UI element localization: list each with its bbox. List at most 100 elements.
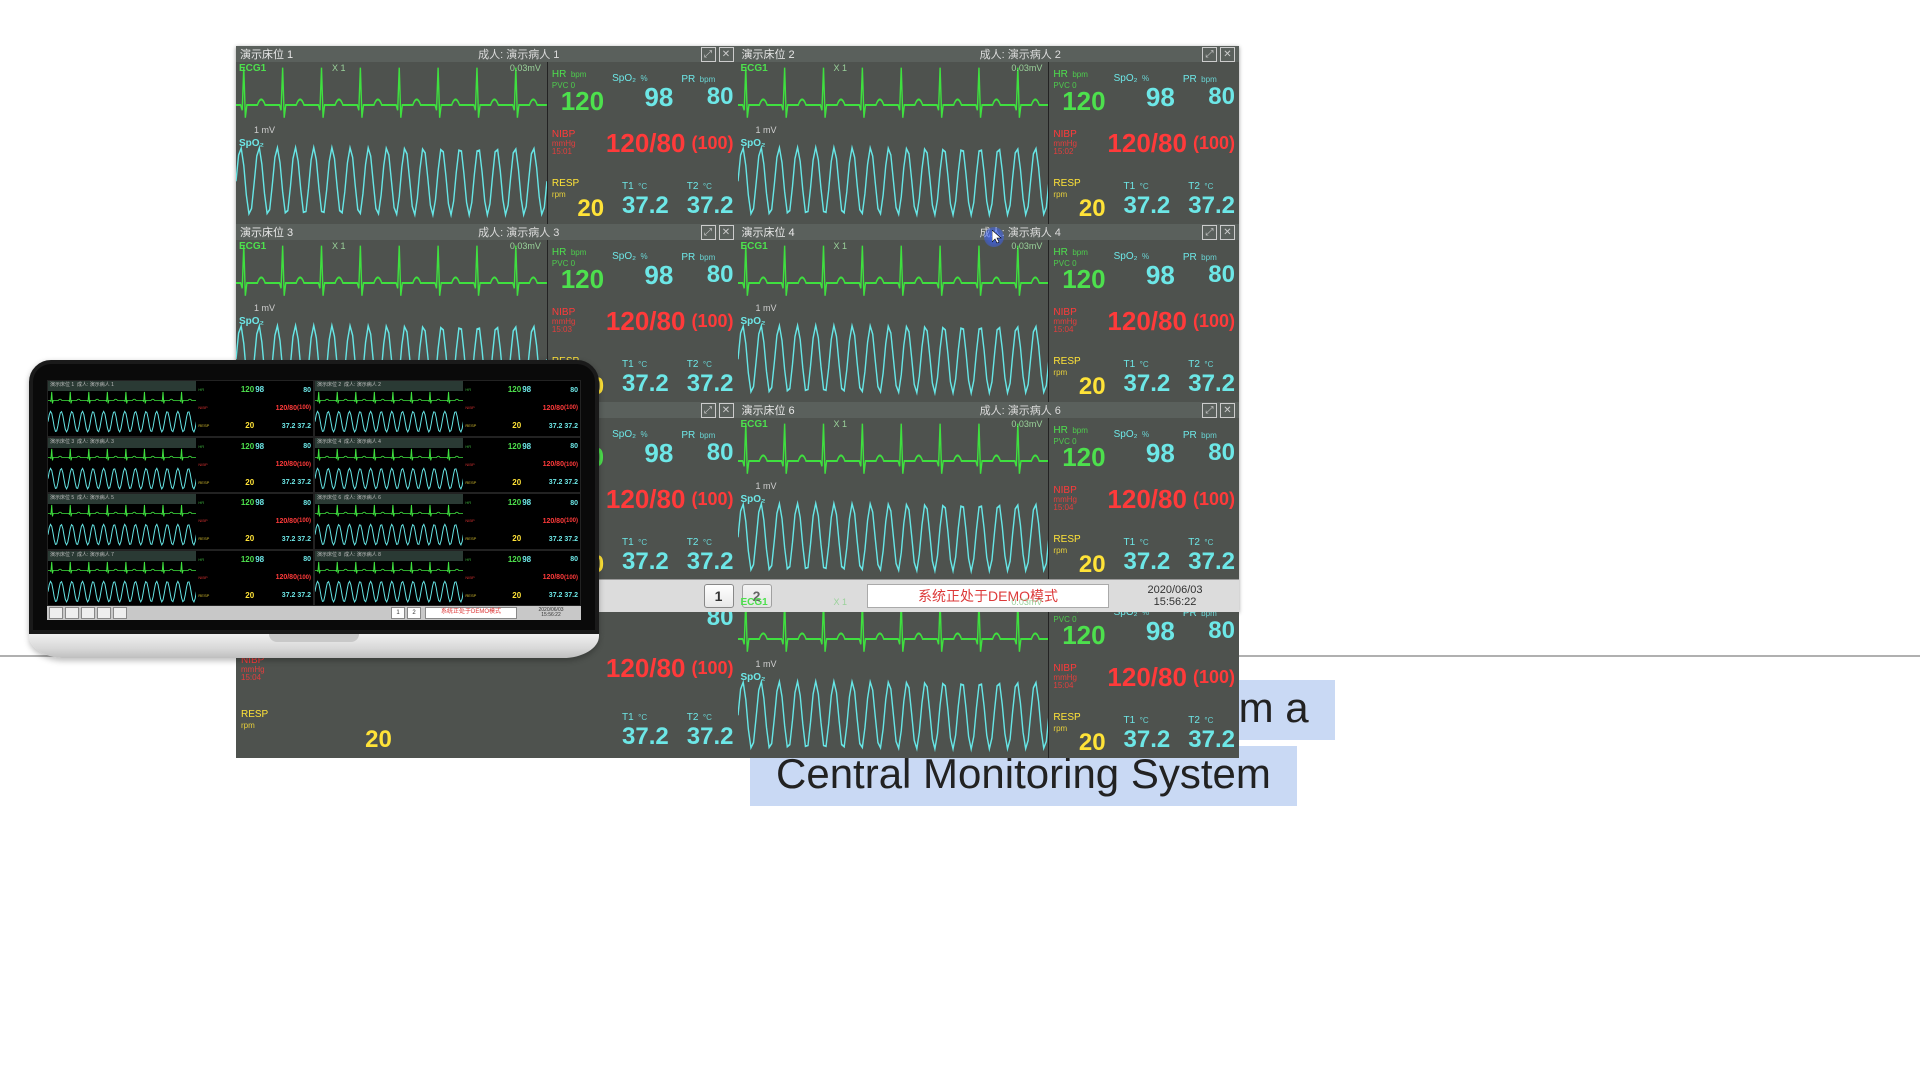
vital-nibp: NIBPmmHg15:04 120/80 (100) <box>1049 650 1239 704</box>
clock: 2020/06/03 15:56:22 <box>1115 584 1235 608</box>
expand-icon[interactable]: ⤢ <box>701 47 716 62</box>
vital-resp: RESP rpm 20 <box>1049 170 1109 224</box>
ecg-label: ECG1 <box>741 419 768 430</box>
clock-time: 15:56:22 <box>1154 596 1197 608</box>
close-icon[interactable]: ✕ <box>1220 47 1235 62</box>
mini-waveform: 演示床位 1 成人: 演示病人 1 <box>48 381 196 436</box>
vital-hr: HR bpm PVC 0 120 <box>1049 240 1109 294</box>
vital-pr: PR bpm 80 <box>677 62 737 116</box>
mini-bed-panel[interactable]: 演示床位 4 成人: 演示病人 4 HR120 9880 NIBP120/80 … <box>314 437 581 494</box>
mini-bed-header: 演示床位 1 成人: 演示病人 1 <box>50 381 114 388</box>
vital-pr: PR bpm 80 <box>1179 418 1239 472</box>
bed-label: 演示床位 2 <box>742 46 842 62</box>
vital-pr: PR bpm 80 <box>677 418 737 472</box>
mini-vitals: HR120 9880 NIBP120/80 (100) RESP20 37.2 … <box>463 494 580 549</box>
vital-temp: T1 °C37.2 T2 °C37.2 <box>1110 348 1239 402</box>
vital-temp: T1 °C37.2 T2 °C37.2 <box>608 526 737 580</box>
mini-toolbar-button[interactable] <box>49 607 63 619</box>
ecg-gain: X 1 <box>332 241 346 251</box>
waveform-area: ECG1 X 1 0.03mV 1 mV SpO₂ <box>738 240 1050 402</box>
mini-bed-panel[interactable]: 演示床位 8 成人: 演示病人 8 HR120 9880 NIBP120/80 … <box>314 550 581 607</box>
spo2-wave-label: SpO₂ <box>741 316 766 327</box>
waveform-area: ECG1 X 1 0.03mV 1 mV SpO₂ <box>738 62 1050 224</box>
vital-hr: HR bpm PVC 0 120 <box>548 62 608 116</box>
vitals-grid: HR bpm PVC 0 120 SpO₂ % 98 PR bpm 80 NIB… <box>1049 418 1239 580</box>
ecg-amp: 1 mV <box>254 303 275 313</box>
vitals-grid: HR bpm PVC 0 120 SpO₂ % 98 PR bpm 80 NIB… <box>548 62 738 224</box>
waveform-area: ECG1 X 1 0.03mV 1 mV SpO₂ <box>738 596 1050 758</box>
close-icon[interactable]: ✕ <box>1220 403 1235 418</box>
spo2-wave-label: SpO₂ <box>239 138 264 149</box>
bed-panel[interactable]: 演示床位 1 成人: 演示病人 1 ⤢ ✕ ECG1 X 1 0.03mV 1 … <box>236 46 738 224</box>
close-icon[interactable]: ✕ <box>719 403 734 418</box>
mini-toolbar-button[interactable] <box>65 607 79 619</box>
mini-vitals: HR120 9880 NIBP120/80 (100) RESP20 37.2 … <box>196 381 313 436</box>
vital-resp: RESP rpm 20 <box>237 699 396 758</box>
mini-clock: 2020/06/03 15:56:22 <box>521 608 581 618</box>
vital-resp: RESP rpm 20 <box>1049 704 1109 758</box>
vital-temp: T1 °C37.2 T2 °C37.2 <box>1110 704 1239 758</box>
mini-bed-panel[interactable]: 演示床位 5 成人: 演示病人 5 HR120 9880 NIBP120/80 … <box>47 493 314 550</box>
mini-page-2[interactable]: 2 <box>407 607 421 619</box>
vital-hr: HR bpm PVC 0 120 <box>1049 62 1109 116</box>
vitals-grid: HR bpm PVC 0 120 SpO₂ % 98 PR bpm 80 NIB… <box>1049 240 1239 402</box>
bed-header: 演示床位 1 成人: 演示病人 1 ⤢ ✕ <box>236 46 738 62</box>
vital-resp: RESP rpm 20 <box>548 170 608 224</box>
mini-waveform: 演示床位 8 成人: 演示病人 8 <box>315 551 463 606</box>
waveform-area: ECG1 X 1 0.03mV 1 mV SpO₂ <box>738 418 1050 580</box>
mini-waveform: 演示床位 7 成人: 演示病人 7 <box>48 551 196 606</box>
vitals-grid: HR bpm PVC 0 120 SpO₂ % 98 PR bpm 80 NIB… <box>1049 596 1239 758</box>
mini-toolbar-button[interactable] <box>113 607 127 619</box>
expand-icon[interactable]: ⤢ <box>1202 403 1217 418</box>
vital-temp: T1 °C37.2 T2 °C37.2 <box>396 699 738 758</box>
mini-bed-header: 演示床位 7 成人: 演示病人 7 <box>50 551 114 558</box>
mini-waveform: 演示床位 2 成人: 演示病人 2 <box>315 381 463 436</box>
vitals-grid: HR bpm PVC 0 120 SpO₂ % 98 PR bpm 80 NIB… <box>1049 62 1239 224</box>
patient-label: 成人: 演示病人 6 <box>980 402 1061 418</box>
vital-spo2: SpO₂ % 98 <box>608 62 677 116</box>
mini-bed-header: 演示床位 3 成人: 演示病人 3 <box>50 438 114 445</box>
close-icon[interactable]: ✕ <box>719 47 734 62</box>
bed-label: 演示床位 3 <box>240 224 340 240</box>
vital-pr: PR bpm 80 <box>1179 240 1239 294</box>
vital-nibp: NIBPmmHg15:04 120/80 (100) <box>1049 472 1239 526</box>
mini-bed-panel[interactable]: 演示床位 6 成人: 演示病人 6 HR120 9880 NIBP120/80 … <box>314 493 581 550</box>
expand-icon[interactable]: ⤢ <box>701 403 716 418</box>
mini-bed-panel[interactable]: 演示床位 3 成人: 演示病人 3 HR120 9880 NIBP120/80 … <box>47 437 314 494</box>
mini-toolbar-button[interactable] <box>81 607 95 619</box>
ecg-gain: X 1 <box>834 419 848 429</box>
close-icon[interactable]: ✕ <box>1220 225 1235 240</box>
ecg-label: ECG1 <box>741 241 768 252</box>
vital-spo2: SpO₂ % 98 <box>1110 62 1179 116</box>
ecg-amp: 1 mV <box>756 125 777 135</box>
expand-icon[interactable]: ⤢ <box>1202 225 1217 240</box>
vital-nibp: NIBPmmHg15:01 120/80 (100) <box>548 116 738 170</box>
vital-pr: PR bpm 80 <box>1179 62 1239 116</box>
mini-bed-header: 演示床位 8 成人: 演示病人 8 <box>317 551 381 558</box>
mini-bed-panel[interactable]: 演示床位 7 成人: 演示病人 7 HR120 9880 NIBP120/80 … <box>47 550 314 607</box>
bed-label: 演示床位 4 <box>742 224 842 240</box>
close-icon[interactable]: ✕ <box>719 225 734 240</box>
bed-panel[interactable]: 演示床位 6 成人: 演示病人 6 ⤢ ✕ ECG1 X 1 0.03mV 1 … <box>738 402 1240 580</box>
waveform-area: ECG1 X 1 0.03mV 1 mV SpO₂ <box>236 62 548 224</box>
mini-toolbar-button[interactable] <box>97 607 111 619</box>
page-button-1[interactable]: 1 <box>704 584 734 608</box>
mini-bed-panel[interactable]: 演示床位 1 成人: 演示病人 1 HR120 9880 NIBP120/80 … <box>47 380 314 437</box>
expand-icon[interactable]: ⤢ <box>1202 47 1217 62</box>
patient-label: 成人: 演示病人 3 <box>478 224 559 240</box>
ecg-label: ECG1 <box>239 63 266 74</box>
mini-vitals: HR120 9880 NIBP120/80 (100) RESP20 37.2 … <box>463 438 580 493</box>
vital-hr: HR bpm PVC 0 120 <box>1049 418 1109 472</box>
spo2-wave-label: SpO₂ <box>741 138 766 149</box>
bed-panel[interactable]: 演示床位 4 成人: 演示病人 4 ⤢ ✕ ECG1 X 1 0.03mV 1 … <box>738 224 1240 402</box>
ecg-gain: X 1 <box>834 597 848 607</box>
bed-panel[interactable]: 演示床位 2 成人: 演示病人 2 ⤢ ✕ ECG1 X 1 0.03mV 1 … <box>738 46 1240 224</box>
mini-bed-panel[interactable]: 演示床位 2 成人: 演示病人 2 HR120 9880 NIBP120/80 … <box>314 380 581 437</box>
ecg-amp: 1 mV <box>756 303 777 313</box>
mini-page-1[interactable]: 1 <box>391 607 405 619</box>
mini-vitals: HR120 9880 NIBP120/80 (100) RESP20 37.2 … <box>196 551 313 606</box>
ecg-amp: 1 mV <box>756 481 777 491</box>
expand-icon[interactable]: ⤢ <box>701 225 716 240</box>
vital-nibp: NIBPmmHg15:04 120/80 (100) <box>1049 294 1239 348</box>
mini-bed-header: 演示床位 2 成人: 演示病人 2 <box>317 381 381 388</box>
